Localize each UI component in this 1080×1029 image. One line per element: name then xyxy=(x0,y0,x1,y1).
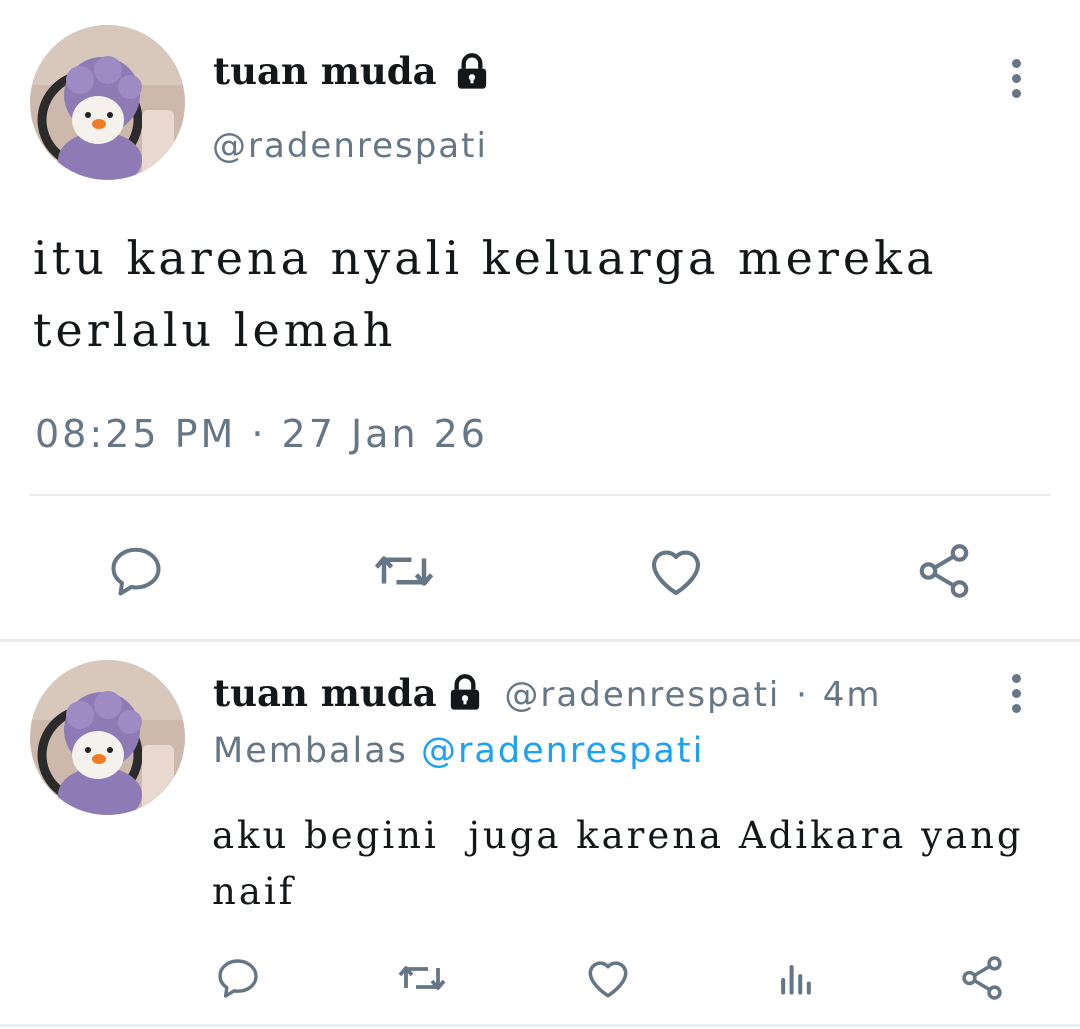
reply-age: 4m xyxy=(822,675,882,715)
tweet-text-line: terlalu lemah xyxy=(33,303,397,357)
more-menu-button[interactable] xyxy=(1012,674,1021,713)
avatar[interactable] xyxy=(30,660,185,815)
share-icon xyxy=(919,544,969,598)
tweet-text: itu karena nyali keluarga mereka terlalu… xyxy=(33,222,937,366)
lock-icon xyxy=(450,673,479,710)
like-button[interactable] xyxy=(580,950,636,1006)
speech-bubble-icon xyxy=(218,959,258,998)
reply-text-line: naif xyxy=(212,870,296,913)
like-button[interactable] xyxy=(640,535,712,607)
reply-text-line: aku begini juga karena Adikara yang xyxy=(212,814,1024,857)
retweet-button[interactable] xyxy=(394,950,450,1006)
retweet-icon xyxy=(374,556,434,586)
divider xyxy=(0,639,1080,642)
display-name-text[interactable]: tuan muda xyxy=(213,49,437,93)
handle[interactable]: @radenrespati xyxy=(212,124,488,168)
reply-text: aku begini juga karena Adikara yang naif xyxy=(212,808,1024,920)
tweet-text-line: itu karena nyali keluarga mereka xyxy=(33,231,938,285)
reply-header: tuan muda @radenrespati · 4m xyxy=(213,670,881,718)
handle[interactable]: @radenrespati xyxy=(504,675,780,715)
replying-to-link[interactable]: @radenrespati xyxy=(421,731,704,771)
replying-to: Membalas @radenrespati xyxy=(213,728,704,774)
retweet-icon xyxy=(398,966,446,990)
replying-prefix: Membalas xyxy=(213,731,408,771)
divider xyxy=(0,1024,1080,1027)
bar-chart-icon xyxy=(781,964,811,995)
vertical-dots-icon xyxy=(1012,674,1021,683)
timestamp[interactable]: 08:25 PM · 27 Jan 26 xyxy=(35,410,488,458)
analytics-button[interactable] xyxy=(768,950,824,1006)
display-name[interactable]: tuan muda xyxy=(213,48,492,94)
speech-bubble-icon xyxy=(111,547,161,596)
divider xyxy=(30,494,1050,496)
vertical-dots-icon xyxy=(1012,59,1021,68)
more-menu-button[interactable] xyxy=(1012,59,1021,98)
separator: · xyxy=(796,675,807,715)
share-icon xyxy=(962,956,1002,1000)
share-button[interactable] xyxy=(908,535,980,607)
reply-button[interactable] xyxy=(100,535,172,607)
lock-icon xyxy=(457,52,486,89)
heart-icon xyxy=(588,961,628,998)
retweet-button[interactable] xyxy=(368,535,440,607)
reply-button[interactable] xyxy=(210,950,266,1006)
share-button[interactable] xyxy=(954,950,1010,1006)
avatar[interactable] xyxy=(30,25,185,180)
heart-icon xyxy=(651,550,701,596)
display-name[interactable]: tuan muda xyxy=(213,671,437,715)
